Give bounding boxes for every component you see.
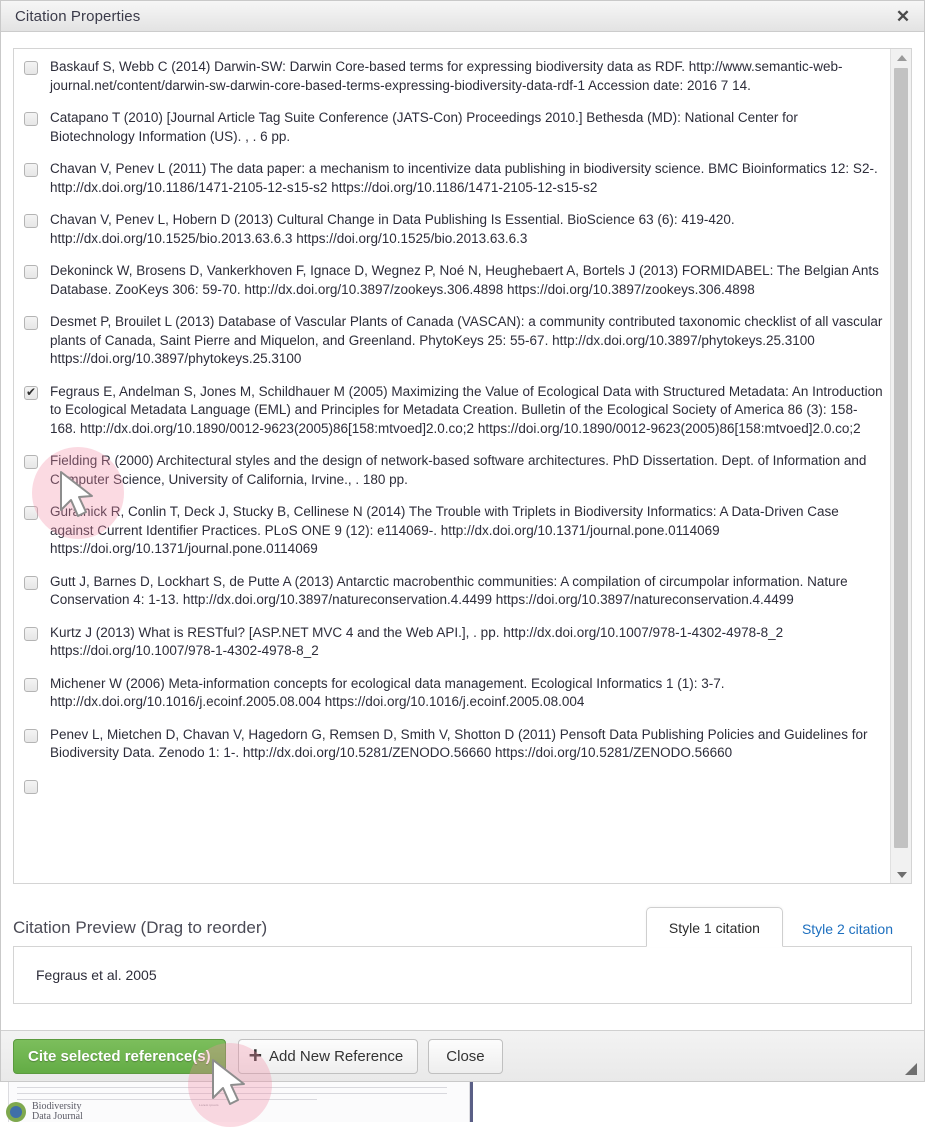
reference-list-item[interactable]: Penev L, Mietchen D, Chavan V, Hagedorn …	[22, 723, 883, 766]
reference-checkbox[interactable]	[24, 214, 38, 228]
reference-list-item[interactable]: Chavan V, Penev L (2011) The data paper:…	[22, 157, 883, 200]
close-icon[interactable]: ✕	[892, 5, 914, 27]
cite-selected-references-button[interactable]: Cite selected reference(s)	[13, 1038, 226, 1074]
background-doc-line	[17, 1087, 447, 1088]
dialog-footer: Cite selected reference(s) + Add New Ref…	[1, 1030, 924, 1081]
reference-checkbox[interactable]	[24, 163, 38, 177]
citation-style-tab-2[interactable]: Style 2 citation	[783, 910, 912, 946]
reference-list-item[interactable]: Fielding R (2000) Architectural styles a…	[22, 449, 883, 492]
reference-list-item[interactable]: Dekoninck W, Brosens D, Vankerkhoven F, …	[22, 259, 883, 302]
reference-checkbox[interactable]	[24, 316, 38, 330]
reference-list-item[interactable]: Michener W (2006) Meta-information conce…	[22, 672, 883, 715]
reference-list-item[interactable]: Baskauf S, Webb C (2014) Darwin-SW: Darw…	[22, 55, 883, 98]
background-doc-line	[17, 1099, 317, 1100]
reference-list-item[interactable]: Desmet P, Brouilet L (2013) Database of …	[22, 310, 883, 372]
reference-checkbox[interactable]	[24, 728, 38, 743]
citation-style-tabs: Style 1 citation Style 2 citation	[645, 907, 912, 947]
reference-text: Fielding R (2000) Architectural styles a…	[50, 453, 867, 487]
reference-list-item[interactable]: Catapano T (2010) [Journal Article Tag S…	[22, 106, 883, 149]
reference-list-scrollbar[interactable]	[890, 49, 911, 883]
reference-text: Guralnick R, Conlin T, Deck J, Stucky B,…	[50, 504, 839, 556]
reference-text: Fegraus E, Andelman S, Jones M, Schildha…	[50, 383, 883, 436]
reference-list-item[interactable]: Kurtz J (2013) What is RESTful? [ASP.NET…	[22, 621, 883, 664]
reference-text: Gutt J, Barnes D, Lockhart S, de Putte A…	[50, 573, 848, 608]
close-button[interactable]: Close	[428, 1038, 503, 1074]
add-new-reference-label: Add New Reference	[269, 1047, 404, 1065]
citation-properties-dialog: Citation Properties ✕ Baskauf S, Webb C …	[0, 0, 925, 1082]
citation-preview-title: Citation Preview (Drag to reorder)	[13, 918, 268, 937]
resize-grip-icon[interactable]	[904, 1062, 918, 1076]
reference-checkbox[interactable]	[24, 112, 38, 126]
reference-text: Chavan V, Penev L (2011) The data paper:…	[50, 161, 878, 195]
reference-checkbox[interactable]	[24, 575, 38, 590]
reference-text: Michener W (2006) Meta-information conce…	[50, 675, 725, 710]
dialog-title: Citation Properties	[15, 7, 141, 25]
reference-list-item[interactable]: Chavan V, Penev L, Hobern D (2013) Cultu…	[22, 208, 883, 251]
reference-text: Penev L, Mietchen D, Chavan V, Hagedorn …	[50, 726, 868, 761]
citation-preview-header: Citation Preview (Drag to reorder) Style…	[13, 902, 912, 947]
scroll-up-arrow-icon[interactable]	[891, 49, 911, 66]
reference-checkbox[interactable]	[24, 677, 38, 692]
reference-checkbox[interactable]	[24, 626, 38, 641]
dialog-body: Baskauf S, Webb C (2014) Darwin-SW: Darw…	[1, 32, 924, 1081]
reference-text: Catapano T (2010) [Journal Article Tag S…	[50, 110, 798, 144]
reference-list[interactable]: Baskauf S, Webb C (2014) Darwin-SW: Darw…	[14, 49, 889, 883]
reference-text: Chavan V, Penev L, Hobern D (2013) Cultu…	[50, 212, 735, 246]
background-brand-line-2: Data Journal	[32, 1111, 83, 1122]
reference-text: Desmet P, Brouilet L (2013) Database of …	[50, 314, 883, 366]
scroll-down-arrow-icon[interactable]	[891, 866, 911, 883]
reference-text: Dekoninck W, Brosens D, Vankerkhoven F, …	[50, 263, 879, 297]
reference-checkbox[interactable]	[24, 384, 38, 400]
scrollbar-thumb[interactable]	[894, 68, 908, 848]
reference-text: Baskauf S, Webb C (2014) Darwin-SW: Darw…	[50, 59, 843, 93]
add-new-reference-button[interactable]: + Add New Reference	[237, 1038, 419, 1074]
background-doc-line	[17, 1093, 447, 1094]
reference-checkbox[interactable]	[24, 779, 38, 794]
citation-preview-box: Fegraus et al. 2005	[13, 946, 912, 1004]
reference-checkbox[interactable]	[24, 506, 38, 520]
background-brand-name: Biodiversity Data Journal	[32, 1102, 83, 1122]
plus-icon: +	[248, 1041, 263, 1068]
biodiversity-data-journal-logo-icon	[6, 1102, 28, 1122]
reference-list-item[interactable]: Fegraus E, Andelman S, Jones M, Schildha…	[22, 380, 883, 442]
reference-text: Kurtz J (2013) What is RESTful? [ASP.NET…	[50, 624, 784, 659]
reference-list-item-partial[interactable]	[22, 774, 883, 797]
reference-checkbox[interactable]	[24, 265, 38, 279]
citation-style-tab-1[interactable]: Style 1 citation	[645, 907, 783, 947]
citation-preview-text: Fegraus et al. 2005	[36, 967, 157, 983]
dialog-titlebar: Citation Properties ✕	[1, 1, 924, 32]
reference-list-item[interactable]: Gutt J, Barnes D, Lockhart S, de Putte A…	[22, 570, 883, 613]
reference-checkbox[interactable]	[24, 61, 38, 75]
reference-checkbox[interactable]	[24, 455, 38, 469]
background-doc-caption: Lorem ipsum	[199, 1103, 219, 1107]
reference-list-item[interactable]: Guralnick R, Conlin T, Deck J, Stucky B,…	[22, 500, 883, 562]
reference-list-panel: Baskauf S, Webb C (2014) Darwin-SW: Darw…	[13, 48, 912, 884]
